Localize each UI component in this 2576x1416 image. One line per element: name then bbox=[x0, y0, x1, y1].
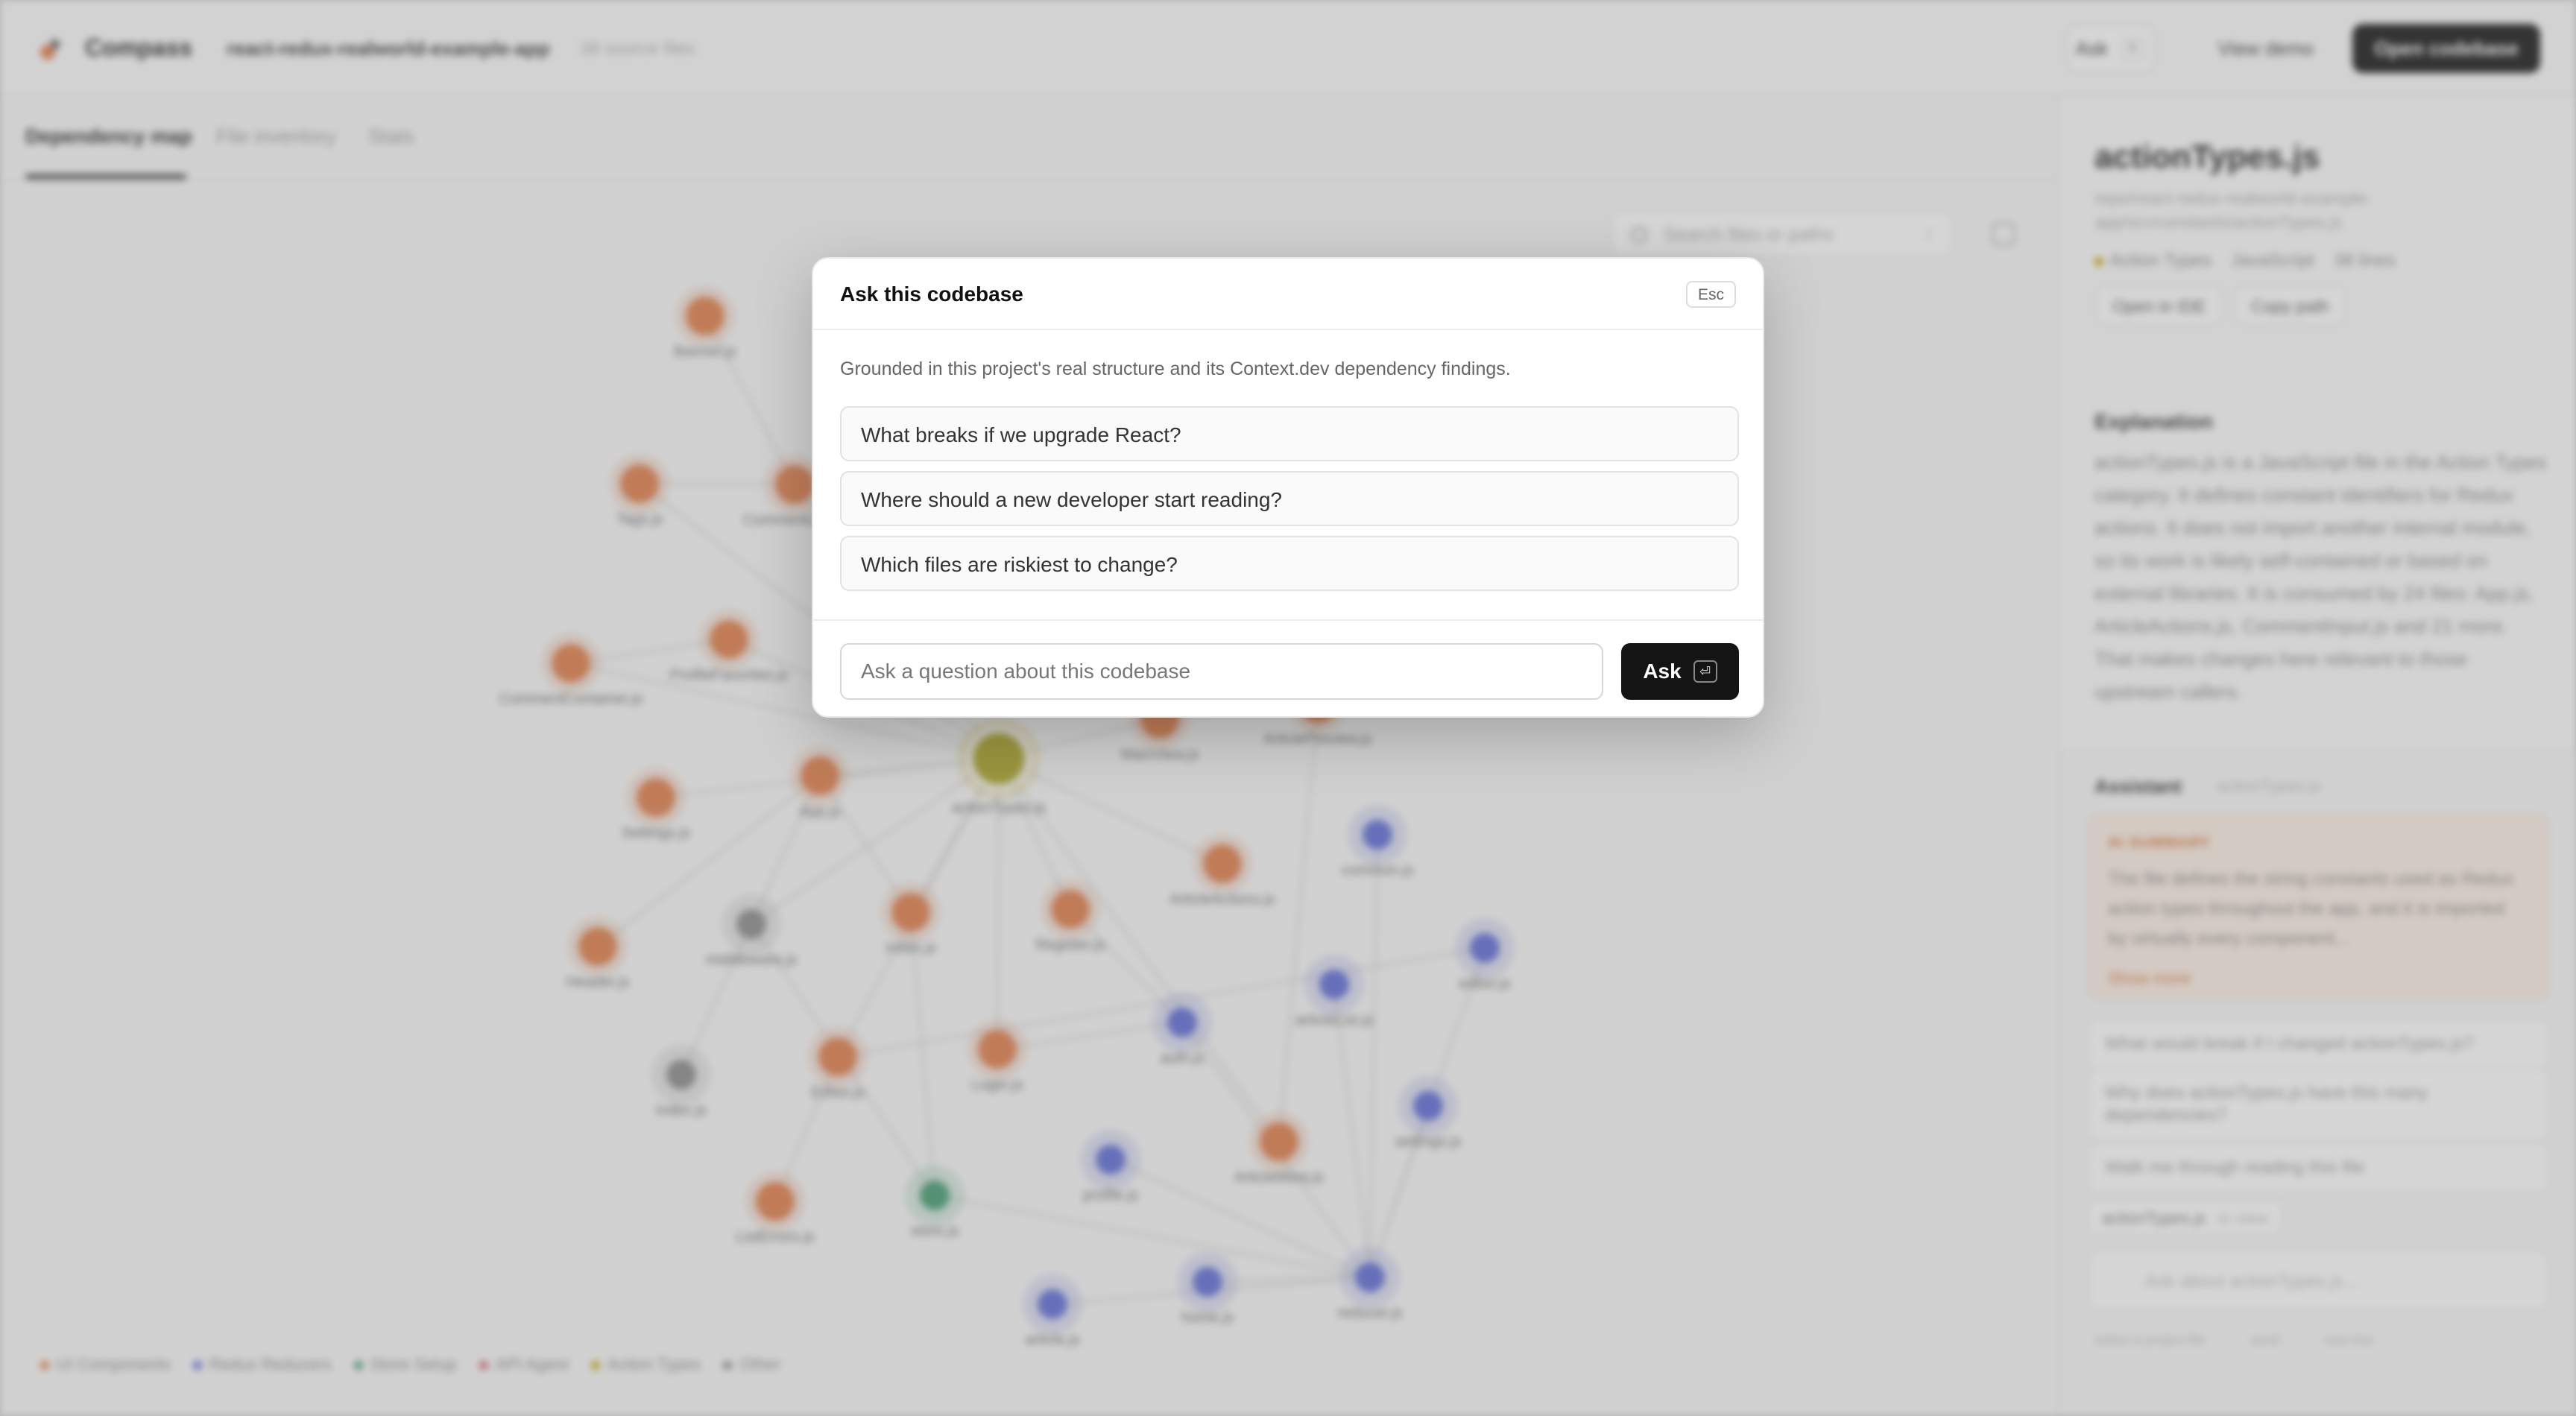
ask-button[interactable]: Ask ⏎ bbox=[1621, 643, 1739, 700]
dialog-footer: Ask ⏎ bbox=[813, 619, 1763, 716]
ask-button-label: Ask bbox=[1643, 660, 1682, 683]
suggestion-upgrade-react[interactable]: What breaks if we upgrade React? bbox=[840, 406, 1739, 461]
enter-key-icon: ⏎ bbox=[1693, 660, 1717, 683]
dialog-description: Grounded in this project's real structur… bbox=[840, 358, 1511, 379]
question-input[interactable] bbox=[840, 643, 1603, 700]
dialog-title: Ask this codebase bbox=[840, 282, 1023, 306]
dialog-header: Ask this codebase Esc bbox=[813, 259, 1763, 330]
suggestion-where-to-start[interactable]: Where should a new developer start readi… bbox=[840, 471, 1739, 526]
ask-codebase-dialog: Ask this codebase Esc Grounded in this p… bbox=[812, 257, 1764, 718]
close-button[interactable]: Esc bbox=[1685, 281, 1736, 308]
suggestion-riskiest-files[interactable]: Which files are riskiest to change? bbox=[840, 536, 1739, 591]
